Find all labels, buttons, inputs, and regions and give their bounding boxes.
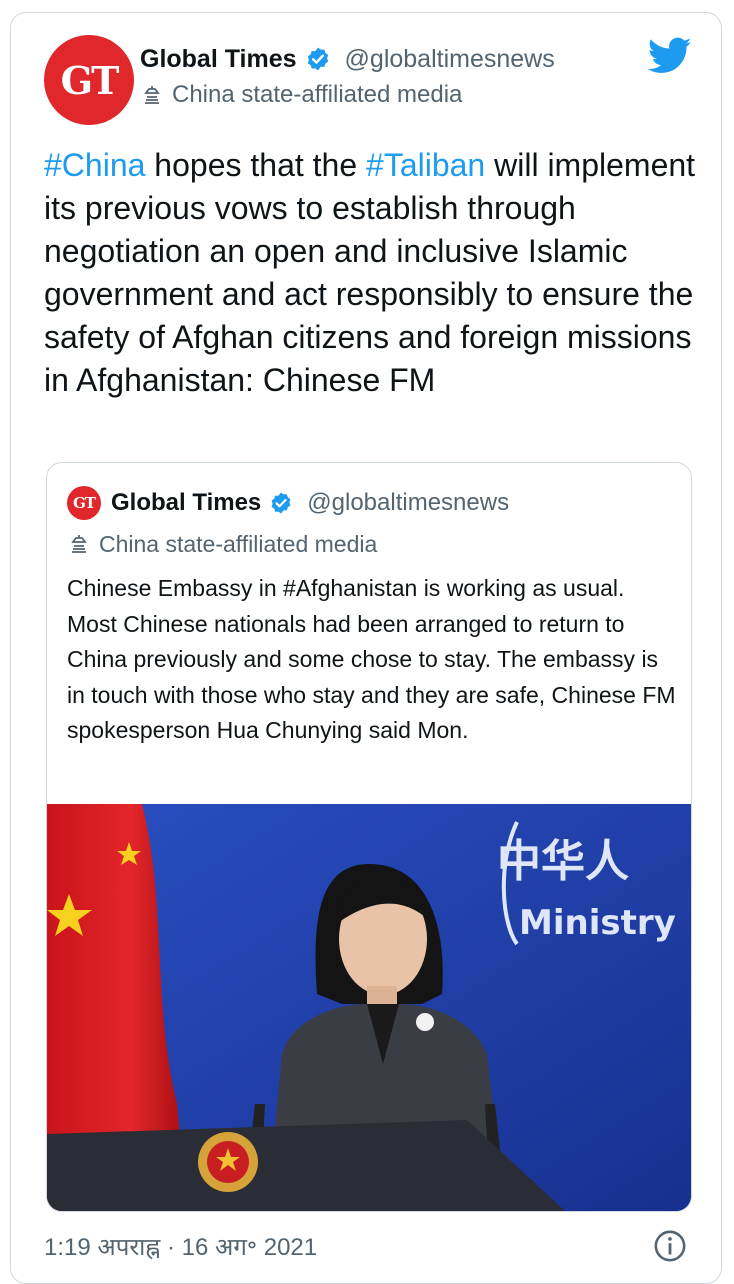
quoted-author-avatar[interactable]: GT xyxy=(67,486,101,520)
author-display-name[interactable]: Global Times xyxy=(140,45,297,74)
author-avatar[interactable]: GT xyxy=(44,35,134,125)
state-media-flag-icon xyxy=(71,535,87,553)
quoted-tweet[interactable]: GT Global Times @globaltimesnews China s… xyxy=(46,462,692,1212)
quoted-author-name-row: Global Times @globaltimesnews xyxy=(111,487,509,519)
author-handle[interactable]: @globaltimesnews xyxy=(345,45,555,74)
tweet-timestamp[interactable]: 1:19 अपराह्न · 16 अग॰ 2021 xyxy=(44,1230,317,1262)
quoted-author-handle[interactable]: @globaltimesnews xyxy=(307,489,509,517)
quoted-state-media-text: China state-affiliated media xyxy=(99,530,378,557)
backdrop-english-text: Ministry xyxy=(519,903,676,943)
hashtag-china-link[interactable]: #China xyxy=(44,147,145,183)
quoted-state-media-label[interactable]: China state-affiliated media xyxy=(67,529,377,559)
tweet-body-text: #China hopes that the #Taliban will impl… xyxy=(44,144,714,402)
state-media-label[interactable]: China state-affiliated media xyxy=(140,80,462,110)
state-media-flag-icon xyxy=(144,86,160,104)
state-media-text: China state-affiliated media xyxy=(172,81,463,108)
info-icon[interactable] xyxy=(653,1229,687,1263)
tweet-text-segment: will implement its previous vows to esta… xyxy=(44,147,696,398)
verified-badge-icon xyxy=(271,492,291,514)
hashtag-taliban-link[interactable]: #Taliban xyxy=(366,147,485,183)
author-name-row: Global Times @globaltimesnews xyxy=(140,42,555,76)
quoted-tweet-photo[interactable]: 中华人 Ministry xyxy=(47,804,691,1211)
twitter-bird-icon[interactable] xyxy=(648,36,692,76)
quoted-author-display-name[interactable]: Global Times xyxy=(111,489,261,517)
quoted-avatar-logo-text: GT xyxy=(73,494,96,512)
verified-badge-icon xyxy=(307,47,328,71)
backdrop-chinese-text: 中华人 xyxy=(497,836,629,887)
quoted-tweet-text: Chinese Embassy in #Afghanistan is worki… xyxy=(67,575,676,743)
avatar-logo-text: GT xyxy=(60,57,120,103)
tweet-text-segment: hopes that the xyxy=(145,147,367,183)
press-conference-photo: 中华人 Ministry xyxy=(47,804,691,1211)
